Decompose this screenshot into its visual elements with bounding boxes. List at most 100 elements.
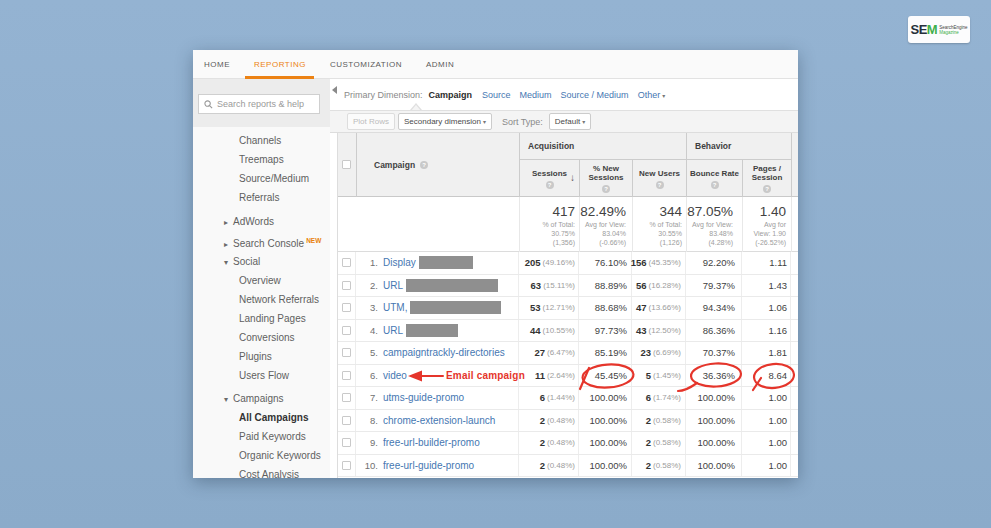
search-placeholder: Search reports & help: [217, 99, 304, 109]
campaign-link[interactable]: utms-guide-promo: [383, 392, 464, 403]
bounce-rate-cell: 79.37%: [686, 275, 742, 297]
desktop-background: SEM SearchEngineMagazine HOMEREPORTINGCU…: [0, 0, 991, 528]
help-icon[interactable]: [546, 181, 554, 189]
sidebar-item-source-medium[interactable]: Source/Medium: [193, 169, 330, 188]
campaign-link[interactable]: chrome-extension-launch: [383, 415, 495, 426]
sidebar-item-social[interactable]: Social: [193, 252, 330, 271]
sidebar-item-all-campaigns[interactable]: All Campaigns: [193, 408, 330, 427]
table-row: 5.campaigntrackly-directories27(6.47%)85…: [338, 342, 798, 365]
help-icon[interactable]: [763, 185, 771, 193]
dimension-campaign[interactable]: Campaign: [429, 90, 473, 100]
sessions-cell: 205(49.16%): [519, 252, 579, 274]
new-sessions-cell: 85.19%: [579, 342, 632, 364]
pages-session-cell: 1.00: [742, 455, 791, 477]
sidebar-item-channels[interactable]: Channels: [193, 131, 330, 150]
dimension-medium[interactable]: Medium: [520, 90, 552, 100]
row-checkbox[interactable]: [342, 326, 351, 335]
sidebar-item-label: Channels: [239, 135, 281, 146]
sidebar-item-network-referrals[interactable]: Network Referrals: [193, 290, 330, 309]
sidebar-item-conversions[interactable]: Conversions: [193, 328, 330, 347]
campaign-link[interactable]: URL: [383, 325, 403, 336]
row-checkbox-cell: [338, 342, 356, 364]
campaign-cell: 4.URL: [356, 320, 519, 342]
sidebar-item-paid-keywords[interactable]: Paid Keywords: [193, 427, 330, 446]
campaign-link[interactable]: free-url-guide-promo: [383, 460, 474, 471]
row-checkbox[interactable]: [342, 348, 351, 357]
extra-cell: [791, 320, 798, 342]
sessions-cell: 6(1.44%): [519, 387, 579, 409]
nav-tab-customization[interactable]: CUSTOMIZATION: [330, 50, 402, 79]
sidebar-item-landing-pages[interactable]: Landing Pages: [193, 309, 330, 328]
help-icon[interactable]: [420, 161, 428, 169]
sidebar-item-cost-analysis[interactable]: Cost Analysis: [193, 465, 330, 478]
campaign-link[interactable]: Display: [383, 257, 416, 268]
column-header-sessions[interactable]: Sessions: [519, 160, 579, 197]
sort-type-button[interactable]: Default: [549, 113, 591, 130]
campaign-link[interactable]: campaigntrackly-directories: [383, 347, 505, 358]
sidebar-item-referrals[interactable]: Referrals: [193, 188, 330, 207]
sidebar-item-organic-keywords[interactable]: Organic Keywords: [193, 446, 330, 465]
column-header-bounce-rate[interactable]: Bounce Rate: [686, 160, 742, 197]
sidebar-item-treemaps[interactable]: Treemaps: [193, 150, 330, 169]
new-users-cell: 43(12.50%): [632, 320, 686, 342]
sidebar-search-panel: Search reports & help: [193, 79, 330, 127]
help-icon[interactable]: [602, 185, 610, 193]
campaign-link[interactable]: free-url-builder-promo: [383, 437, 480, 448]
sessions-cell: 2(0.48%): [519, 410, 579, 432]
row-checkbox[interactable]: [342, 461, 351, 470]
dimension-source[interactable]: Source: [482, 90, 511, 100]
plot-rows-button[interactable]: Plot Rows: [347, 113, 395, 130]
top-nav: HOME REPORTING CUSTOMIZATION ADMIN: [193, 50, 798, 79]
table-row: 2.URL63(15.11%)88.89%56(16.28%)79.37%1.4…: [338, 275, 798, 298]
row-number: 8.: [356, 415, 378, 426]
table-toolbar: Plot Rows Secondary dimension Sort Type:…: [330, 110, 798, 133]
sidebar-item-label: Network Referrals: [239, 294, 319, 305]
secondary-dimension-button[interactable]: Secondary dimension: [398, 113, 492, 130]
extra-cell: [791, 455, 798, 477]
column-header-campaign[interactable]: Campaign: [374, 133, 428, 197]
select-all-checkbox[interactable]: [342, 160, 351, 169]
pages-session-cell: 8.64: [742, 365, 791, 387]
sidebar-item-users-flow[interactable]: Users Flow: [193, 366, 330, 385]
row-checkbox[interactable]: [342, 258, 351, 267]
row-checkbox[interactable]: [342, 371, 351, 380]
row-checkbox[interactable]: [342, 438, 351, 447]
redaction-box: [406, 279, 498, 292]
summary-bounce-rate: 87.05% Avg for View:83.48%(4.28%): [686, 197, 742, 252]
row-checkbox[interactable]: [342, 393, 351, 402]
bounce-rate-cell: 100.00%: [686, 387, 742, 409]
sidebar-item-overview[interactable]: Overview: [193, 271, 330, 290]
bounce-rate-cell: 36.36%: [686, 365, 742, 387]
new-sessions-cell: 88.89%: [579, 275, 632, 297]
campaign-link[interactable]: video: [383, 370, 407, 381]
help-icon[interactable]: [656, 181, 664, 189]
campaign-link[interactable]: UTM,: [383, 302, 407, 313]
chevron-down-icon: [224, 253, 233, 272]
search-reports-input[interactable]: Search reports & help: [198, 94, 320, 114]
row-checkbox[interactable]: [342, 281, 351, 290]
help-icon[interactable]: [711, 181, 719, 189]
row-checkbox[interactable]: [342, 303, 351, 312]
column-header-new-sessions[interactable]: % New Sessions: [579, 160, 632, 197]
dimension-source-medium[interactable]: Source / Medium: [561, 90, 629, 100]
campaign-cell: 5.campaigntrackly-directories: [356, 342, 519, 364]
nav-tab-admin[interactable]: ADMIN: [426, 50, 454, 79]
column-header-new-users[interactable]: New Users: [632, 160, 686, 197]
sidebar-item-campaigns[interactable]: Campaigns: [193, 389, 330, 408]
row-checkbox-cell: [338, 297, 356, 319]
sidebar-item-adwords[interactable]: AdWords: [193, 212, 330, 231]
campaign-link[interactable]: URL: [383, 280, 403, 291]
bounce-rate-cell: 100.00%: [686, 432, 742, 454]
nav-tab-reporting[interactable]: REPORTING: [254, 50, 306, 79]
sessions-cell: 2(0.48%): [519, 455, 579, 477]
sidebar-item-plugins[interactable]: Plugins: [193, 347, 330, 366]
row-checkbox-cell: [338, 365, 356, 387]
row-checkbox[interactable]: [342, 416, 351, 425]
group-header-behavior: Behavior: [686, 133, 791, 160]
sidebar-item-search-console[interactable]: Search ConsoleNEW: [193, 231, 330, 250]
group-header-acquisition: Acquisition: [519, 133, 686, 160]
new-users-cell: 23(6.69%): [632, 342, 686, 364]
dimension-other[interactable]: Other: [638, 90, 666, 100]
nav-tab-home[interactable]: HOME: [204, 50, 230, 79]
column-header-pages-session[interactable]: Pages / Session: [742, 160, 791, 197]
